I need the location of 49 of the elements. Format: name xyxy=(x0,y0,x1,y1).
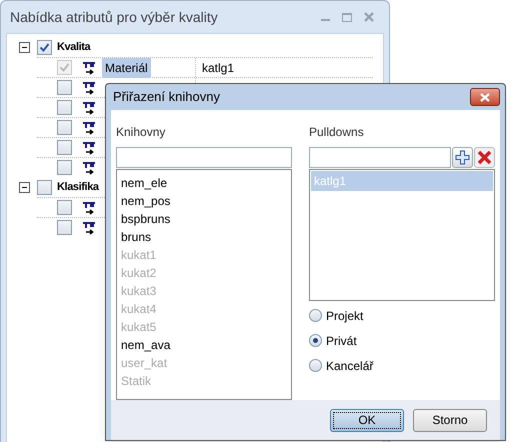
text-arrow-icon xyxy=(82,120,96,134)
radio-label: Privát xyxy=(326,332,357,350)
text-arrow-icon xyxy=(82,220,96,234)
group-label: Klasifika xyxy=(57,180,99,195)
radio-label: Kancelář xyxy=(326,358,374,374)
checkbox[interactable] xyxy=(57,220,72,235)
radio-label: Projekt xyxy=(326,308,364,324)
checkbox[interactable] xyxy=(57,120,72,135)
radio-button[interactable] xyxy=(309,359,322,372)
pulldown-name-field[interactable] xyxy=(309,147,451,168)
library-item[interactable]: nem_pos xyxy=(121,192,291,210)
text-arrow-icon xyxy=(82,200,96,214)
checkbox[interactable] xyxy=(57,160,72,175)
section-label: Pulldowns xyxy=(309,124,365,141)
text-arrow-icon xyxy=(82,100,96,114)
library-item[interactable]: bspbruns xyxy=(121,210,291,228)
library-item[interactable]: bruns xyxy=(121,228,291,246)
checkbox[interactable] xyxy=(37,40,52,54)
close-icon xyxy=(480,92,490,102)
delete-button[interactable] xyxy=(474,147,495,168)
collapse-toggle[interactable] xyxy=(19,182,30,192)
library-item[interactable]: nem_ele xyxy=(121,174,291,192)
radio-button[interactable] xyxy=(309,334,322,347)
add-button[interactable] xyxy=(452,147,473,168)
library-item[interactable]: nem_ava xyxy=(121,336,291,354)
dialog-title: Přiřazení knihovny xyxy=(113,88,220,106)
text-arrow-icon xyxy=(82,140,96,154)
radio-button[interactable] xyxy=(309,309,322,322)
plus-icon xyxy=(455,150,470,165)
attribute-value: katlg1 xyxy=(201,60,234,76)
dialog-button[interactable]: OK xyxy=(330,408,404,432)
close-icon[interactable] xyxy=(364,12,374,22)
checkbox[interactable] xyxy=(57,80,72,95)
collapse-toggle[interactable] xyxy=(19,42,30,52)
checkbox[interactable] xyxy=(37,180,52,194)
group-label: Kvalita xyxy=(57,40,90,55)
text-arrow-icon xyxy=(82,60,96,74)
filter-field[interactable] xyxy=(116,147,292,168)
section-label: Knihovny xyxy=(116,124,166,141)
text-arrow-icon xyxy=(82,160,96,174)
dialog-button[interactable]: Storno xyxy=(413,408,487,432)
text-arrow-icon xyxy=(82,80,96,94)
maximize-icon[interactable] xyxy=(342,12,352,22)
delete-icon xyxy=(477,150,492,165)
checkbox[interactable] xyxy=(57,100,72,115)
checkbox[interactable] xyxy=(57,140,72,155)
window-title: Nabídka atributů pro výběr kvality xyxy=(10,8,218,27)
checkbox[interactable] xyxy=(57,200,72,215)
close-button[interactable] xyxy=(470,88,500,106)
